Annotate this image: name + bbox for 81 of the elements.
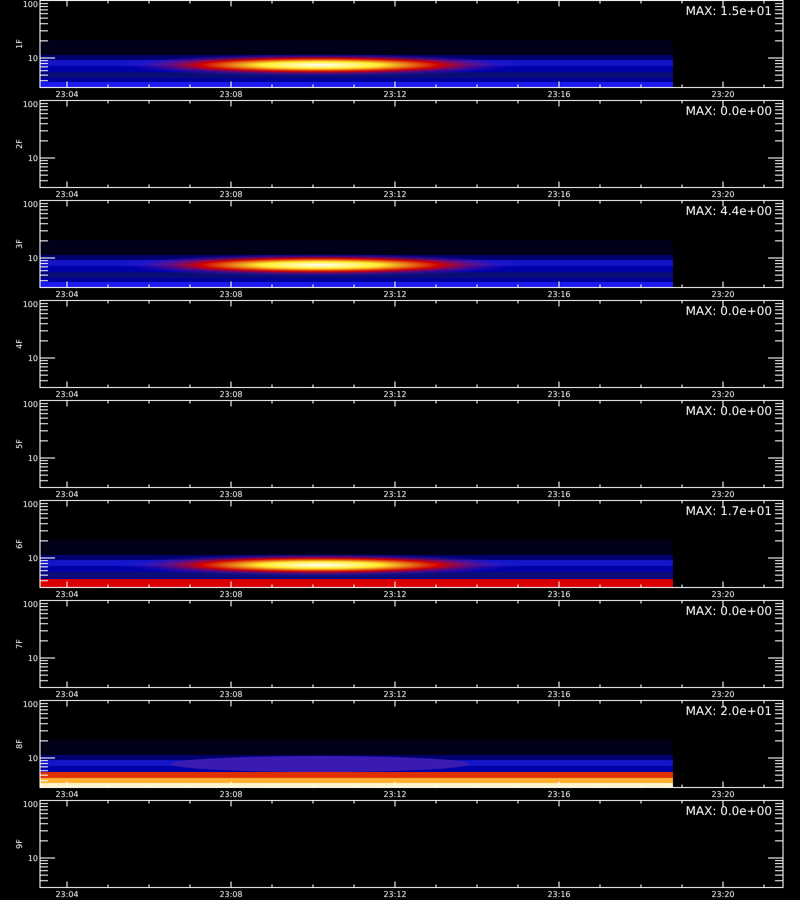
tick-label: 23:20	[711, 890, 735, 899]
tick-label: 10	[28, 654, 38, 663]
panel-label: 1F	[15, 39, 24, 49]
tick-label: 23:04	[55, 190, 79, 199]
tick-label: 10	[28, 454, 38, 463]
tick-label: 23:16	[547, 690, 571, 699]
tick-label: 23:04	[55, 590, 79, 599]
tick-label: 23:08	[219, 790, 243, 799]
tick-label: 100	[22, 300, 38, 309]
tick-label: 23:12	[383, 890, 407, 899]
tick-label: 23:04	[55, 890, 79, 899]
tick-label: 10	[28, 354, 38, 363]
panel-label: 7F	[15, 639, 24, 649]
tick-label: 23:20	[711, 290, 735, 299]
tick-label: 100	[22, 200, 38, 209]
panel-label: 2F	[15, 139, 24, 149]
max-label: MAX: 0.0e+00	[686, 404, 772, 418]
panel-label: 6F	[15, 539, 24, 549]
tick-label: 10	[28, 554, 38, 563]
tick-label: 23:12	[383, 490, 407, 499]
tick-label: 23:08	[219, 890, 243, 899]
tick-label: 10	[28, 154, 38, 163]
tick-label: 100	[22, 100, 38, 109]
tick-label: 100	[22, 700, 38, 709]
tick-label: 100	[22, 500, 38, 509]
tick-label: 23:16	[547, 290, 571, 299]
tick-label: 23:12	[383, 790, 407, 799]
tick-label: 23:08	[219, 90, 243, 99]
tick-label: 23:16	[547, 390, 571, 399]
tick-label: 10	[28, 754, 38, 763]
tick-label: 23:08	[219, 590, 243, 599]
tick-label: 23:08	[219, 690, 243, 699]
tick-label: 23:20	[711, 190, 735, 199]
tick-label: 23:04	[55, 390, 79, 399]
panel-label: 8F	[15, 739, 24, 749]
tick-label: 23:20	[711, 590, 735, 599]
tick-label: 23:12	[383, 590, 407, 599]
panel-label: 3F	[15, 239, 24, 249]
tick-label: 23:12	[383, 390, 407, 399]
tick-label: 100	[22, 400, 38, 409]
tick-label: 23:12	[383, 290, 407, 299]
tick-label: 100	[22, 600, 38, 609]
tick-label: 10	[28, 854, 38, 863]
tick-label: 23:20	[711, 390, 735, 399]
panel-label: 5F	[15, 439, 24, 449]
tick-label: 23:20	[711, 690, 735, 699]
max-label: MAX: 2.0e+01	[686, 704, 772, 718]
tick-label: 23:04	[55, 490, 79, 499]
max-label: MAX: 1.7e+01	[686, 504, 772, 518]
tick-label: 23:16	[547, 590, 571, 599]
tick-label: 23:08	[219, 190, 243, 199]
max-label: MAX: 1.5e+01	[686, 4, 772, 18]
tick-label: 10	[28, 254, 38, 263]
tick-label: 23:08	[219, 290, 243, 299]
tick-label: 23:08	[219, 390, 243, 399]
tick-label: 23:20	[711, 790, 735, 799]
max-label: MAX: 0.0e+00	[686, 104, 772, 118]
tick-label: 23:20	[711, 90, 735, 99]
tick-label: 23:12	[383, 690, 407, 699]
tick-label: 23:12	[383, 90, 407, 99]
max-label: MAX: 4.4e+00	[686, 204, 772, 218]
panel-label: 9F	[15, 839, 24, 849]
tick-label: 23:16	[547, 190, 571, 199]
max-label: MAX: 0.0e+00	[686, 604, 772, 618]
tick-label: 23:16	[547, 790, 571, 799]
panel-label: 4F	[15, 339, 24, 349]
tick-label: 23:20	[711, 490, 735, 499]
tick-label: 10	[28, 54, 38, 63]
tick-label: 23:12	[383, 190, 407, 199]
tick-label: 23:16	[547, 90, 571, 99]
max-label: MAX: 0.0e+00	[686, 304, 772, 318]
tick-label: 23:16	[547, 490, 571, 499]
tick-label: 23:04	[55, 790, 79, 799]
tick-label: 100	[22, 0, 38, 9]
tick-label: 23:04	[55, 290, 79, 299]
tick-label: 23:04	[55, 90, 79, 99]
max-label: MAX: 0.0e+00	[686, 804, 772, 818]
tick-label: 100	[22, 800, 38, 809]
tick-label: 23:08	[219, 490, 243, 499]
tick-label: 23:04	[55, 690, 79, 699]
tick-label: 23:16	[547, 890, 571, 899]
